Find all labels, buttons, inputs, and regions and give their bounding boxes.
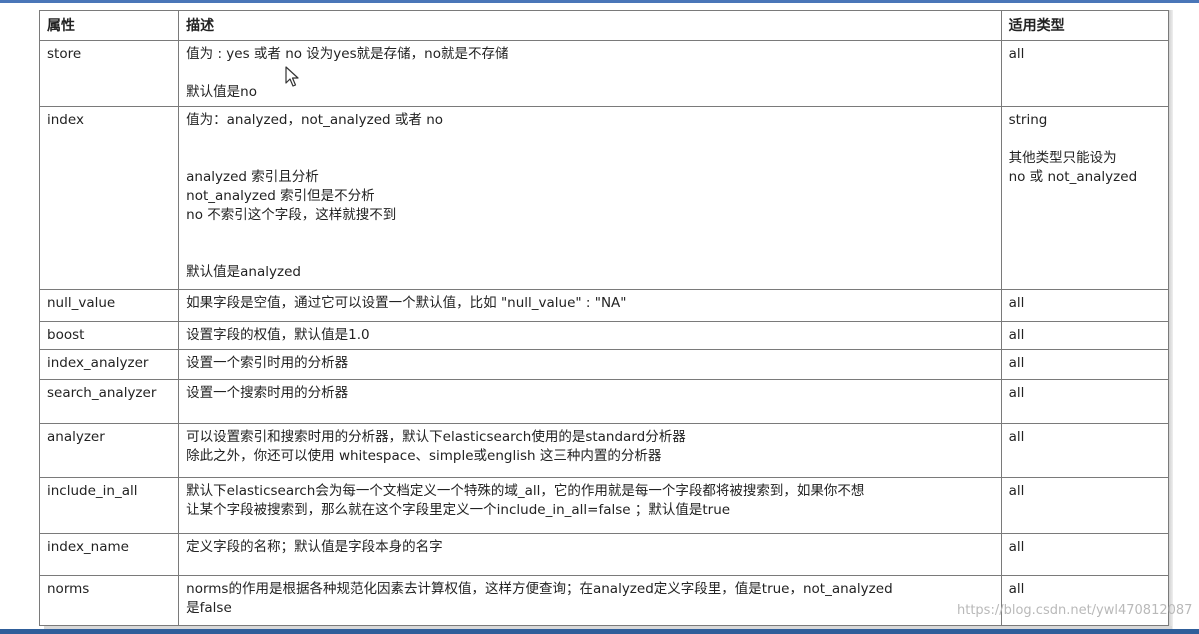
desc-line: not_analyzed 索引但是不分析	[186, 188, 375, 204]
desc-line: 默认值是analyzed	[186, 264, 301, 280]
cell-attr: index	[38, 106, 180, 290]
window-bottom-bar	[0, 629, 1199, 634]
desc-line	[186, 244, 993, 263]
desc-line: 可以设置索引和搜索时用的分析器，默认下elasticsearch使用的是stan…	[186, 429, 686, 445]
cell-desc: 如果字段是空值，通过它可以设置一个默认值，比如 "null_value" : "…	[178, 289, 1002, 322]
header-type: 适用类型	[1000, 10, 1170, 41]
type-line: 其他类型只能设为	[1008, 150, 1117, 166]
cell-desc: norms的作用是根据各种规范化因素去计算权值，这样方便查询；在analyzed…	[178, 575, 1002, 626]
desc-line: 默认值是no	[186, 84, 257, 100]
table-row: store 值为 : yes 或者 no 设为yes就是存储，no就是不存储 默认…	[38, 40, 1170, 107]
properties-table: 属性 描述 适用类型 store 值为 : yes 或者 no 设为yes就是存储…	[38, 10, 1170, 626]
desc-line: 设置一个搜索时用的分析器	[186, 385, 349, 401]
cell-attr: analyzer	[38, 423, 180, 478]
cell-desc: 默认下elasticsearch会为每一个文档定义一个特殊的域_all，它的作用…	[178, 477, 1002, 534]
table-row: analyzer 可以设置索引和搜索时用的分析器，默认下elasticsearch…	[38, 423, 1170, 478]
type-line: all	[1008, 539, 1025, 555]
watermark-text: https://blog.csdn.net/ywl470812087	[957, 603, 1193, 618]
cell-type: string 其他类型只能设为 no 或 not_analyzed	[1000, 106, 1170, 290]
cell-type: all	[1000, 321, 1170, 350]
type-line	[1009, 130, 1161, 149]
desc-line: analyzed 索引且分析	[186, 169, 319, 185]
type-line: all	[1008, 581, 1025, 597]
desc-line: 如果字段是空值，通过它可以设置一个默认值，比如 "null_value" : "…	[186, 295, 627, 311]
desc-line: 除此之外，你还可以使用 whitespace、simple或english 这三…	[186, 448, 662, 464]
cell-desc: 定义字段的名称；默认值是字段本身的名字	[178, 533, 1002, 576]
desc-line: 值为：analyzed，not_analyzed 或者 no	[186, 112, 444, 128]
type-line: all	[1008, 385, 1025, 401]
desc-line	[186, 64, 993, 83]
desc-line: no 不索引这个字段，这样就搜不到	[186, 207, 397, 223]
cell-attr: search_analyzer	[38, 379, 180, 424]
cell-attr: null_value	[38, 289, 180, 322]
type-line: all	[1008, 46, 1025, 62]
desc-line	[186, 149, 993, 168]
cell-attr: boost	[38, 321, 180, 350]
desc-line: 设置字段的权值，默认值是1.0	[186, 327, 370, 343]
cell-desc: 设置字段的权值，默认值是1.0	[178, 321, 1002, 350]
cell-type: all	[1000, 423, 1170, 478]
header-desc: 描述	[178, 10, 1002, 41]
cell-desc: 值为 : yes 或者 no 设为yes就是存储，no就是不存储 默认值是no	[178, 40, 1002, 107]
type-line: all	[1008, 483, 1025, 499]
cell-type: all	[1000, 349, 1170, 380]
cell-desc: 设置一个索引时用的分析器	[178, 349, 1002, 380]
table-row: null_value 如果字段是空值，通过它可以设置一个默认值，比如 "null_…	[38, 289, 1170, 322]
desc-line: 定义字段的名称；默认值是字段本身的名字	[186, 539, 443, 555]
type-line: all	[1008, 355, 1025, 371]
table-row: index 值为：analyzed，not_analyzed 或者 no anal…	[38, 106, 1170, 290]
cell-attr: include_in_all	[38, 477, 180, 534]
desc-line	[186, 225, 993, 244]
type-line: all	[1008, 429, 1025, 445]
cell-type: all	[1000, 477, 1170, 534]
type-line: string	[1008, 112, 1048, 128]
cell-type: all	[1000, 575, 1170, 626]
cell-attr: index_analyzer	[38, 349, 180, 380]
table-row: index_analyzer 设置一个索引时用的分析器 all	[38, 349, 1170, 380]
desc-line: 是false	[186, 600, 232, 616]
cell-type: all	[1000, 40, 1170, 107]
cell-attr: index_name	[38, 533, 180, 576]
desc-line: norms的作用是根据各种规范化因素去计算权值，这样方便查询；在analyzed…	[186, 581, 893, 597]
type-line: all	[1008, 295, 1025, 311]
table-row: boost 设置字段的权值，默认值是1.0 all	[38, 321, 1170, 350]
mouse-cursor-icon	[285, 66, 299, 87]
cell-type: all	[1000, 289, 1170, 322]
table-row: search_analyzer 设置一个搜索时用的分析器 all	[38, 379, 1170, 424]
table-row: norms norms的作用是根据各种规范化因素去计算权值，这样方便查询；在ana…	[38, 575, 1170, 626]
desc-line: 设置一个索引时用的分析器	[186, 355, 349, 371]
table-row: include_in_all 默认下elasticsearch会为每一个文档定义一…	[38, 477, 1170, 534]
cell-attr: store	[38, 40, 180, 107]
desc-line	[186, 130, 993, 149]
table-header-row: 属性 描述 适用类型	[38, 10, 1170, 41]
cell-attr: norms	[38, 575, 180, 626]
table-row: index_name 定义字段的名称；默认值是字段本身的名字 all	[38, 533, 1170, 576]
cell-type: all	[1000, 379, 1170, 424]
desc-line: 让某个字段被搜索到，那么就在这个字段里定义一个include_in_all=fa…	[186, 502, 731, 518]
cell-desc: 设置一个搜索时用的分析器	[178, 379, 1002, 424]
desc-line: 默认下elasticsearch会为每一个文档定义一个特殊的域_all，它的作用…	[186, 483, 865, 499]
type-line: all	[1008, 327, 1025, 343]
window-top-bar	[0, 0, 1199, 3]
desc-line: 值为 : yes 或者 no 设为yes就是存储，no就是不存储	[186, 46, 509, 62]
type-line: no 或 not_analyzed	[1008, 169, 1138, 185]
cell-desc: 值为：analyzed，not_analyzed 或者 no analyzed …	[178, 106, 1002, 290]
cell-desc: 可以设置索引和搜索时用的分析器，默认下elasticsearch使用的是stan…	[178, 423, 1002, 478]
cell-type: all	[1000, 533, 1170, 576]
header-attr: 属性	[38, 10, 180, 41]
